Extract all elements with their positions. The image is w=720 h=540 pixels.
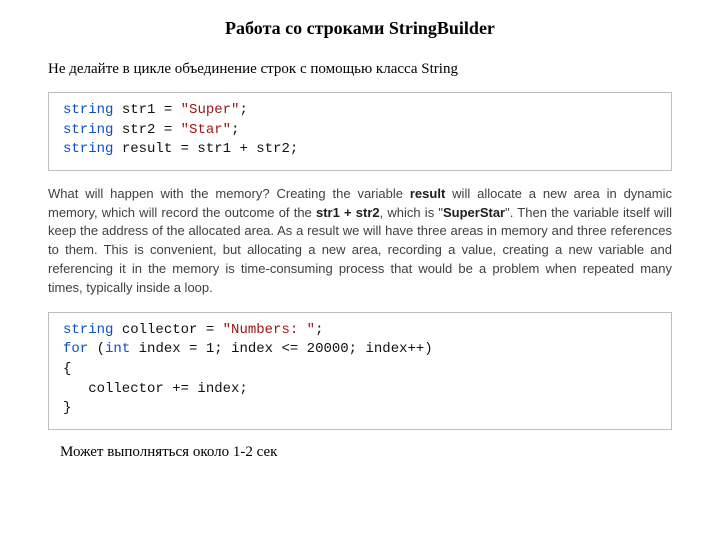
explain-bold: str1 + str2: [316, 205, 380, 220]
code-token: "Super": [181, 102, 240, 118]
code-token: }: [63, 400, 71, 416]
explanation-paragraph: What will happen with the memory? Creati…: [48, 185, 672, 298]
code-token: string: [63, 122, 113, 138]
code-token: "Numbers: ": [223, 322, 315, 338]
code-token: str1 =: [113, 102, 180, 118]
explain-text: What will happen with the memory? Creati…: [48, 186, 410, 201]
code-token: result = str1 + str2;: [113, 141, 298, 157]
code-token: ;: [231, 122, 239, 138]
page-title: Работа со строками StringBuilder: [48, 18, 672, 39]
code-token: collector =: [113, 322, 222, 338]
code-token: (: [88, 341, 105, 357]
code-block-1: string str1 = "Super"; string str2 = "St…: [48, 92, 672, 171]
explain-bold: result: [410, 186, 445, 201]
code-block-2: string collector = "Numbers: "; for (int…: [48, 312, 672, 430]
code-token: string: [63, 141, 113, 157]
code-token: collector += index;: [63, 381, 248, 397]
explain-text: , which is ": [380, 205, 443, 220]
code-token: str2 =: [113, 122, 180, 138]
footnote-text: Может выполняться около 1-2 сек: [48, 444, 672, 461]
code-token: ;: [239, 102, 247, 118]
code-token: {: [63, 361, 71, 377]
code-token: "Star": [181, 122, 231, 138]
code-token: string: [63, 102, 113, 118]
code-token: index = 1; index <= 20000; index++): [130, 341, 432, 357]
intro-text: Не делайте в цикле объединение строк с п…: [48, 61, 672, 78]
code-token: ;: [315, 322, 323, 338]
code-token: string: [63, 322, 113, 338]
code-token: for: [63, 341, 88, 357]
code-token: int: [105, 341, 130, 357]
explain-bold: SuperStar: [443, 205, 505, 220]
